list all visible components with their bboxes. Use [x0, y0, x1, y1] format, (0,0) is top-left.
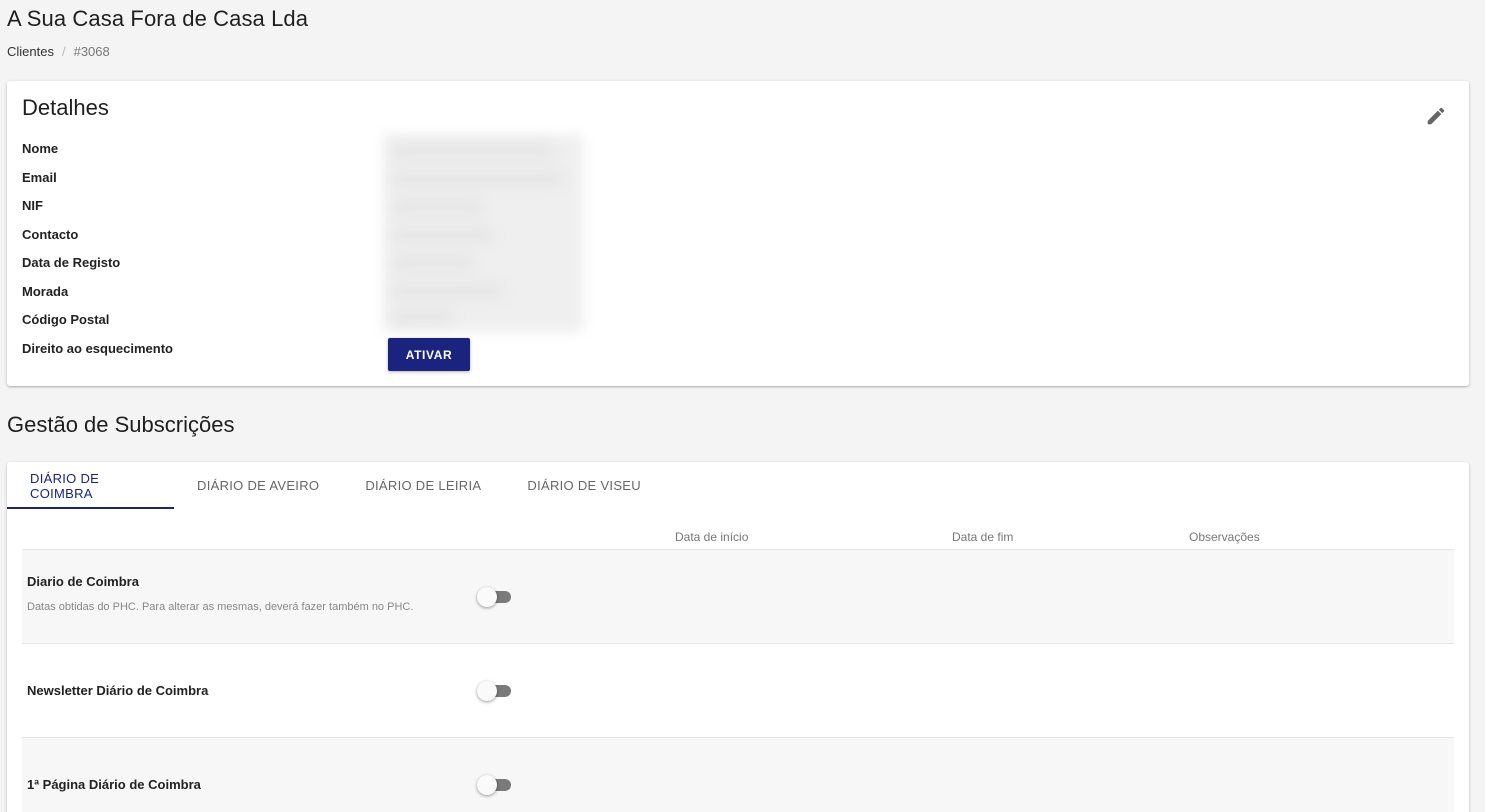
subscription-toggle[interactable] [477, 680, 513, 702]
subscription-row-diario-coimbra: Diario de Coimbra Datas obtidas do PHC. … [22, 549, 1454, 643]
field-label-nif: NIF [22, 198, 43, 213]
ativar-button[interactable]: ATIVAR [388, 338, 470, 371]
field-label-contacto: Contacto [22, 226, 79, 242]
details-card: Detalhes Nome Email NIF Contacto Data de… [7, 81, 1469, 386]
tab-diario-de-aveiro[interactable]: DIÁRIO DE AVEIRO [174, 462, 342, 509]
subscription-row-newsletter: Newsletter Diário de Coimbra [22, 643, 1454, 737]
tab-diario-de-viseu[interactable]: DIÁRIO DE VISEU [504, 462, 664, 509]
subscription-tabs: DIÁRIO DE COIMBRA DIÁRIO DE AVEIRO DIÁRI… [7, 462, 664, 509]
toggle-knob [477, 587, 497, 607]
column-header-end-date: Data de fim [952, 530, 1014, 544]
subscription-title: Diario de Coimbra [27, 574, 139, 589]
subscriptions-card: DIÁRIO DE COIMBRA DIÁRIO DE AVEIRO DIÁRI… [7, 462, 1469, 812]
subscription-toggle[interactable] [477, 774, 513, 796]
pencil-icon [1427, 107, 1445, 125]
redacted-field-values [383, 134, 593, 332]
subscription-row-primeira-pagina: 1ª Página Diário de Coimbra [22, 737, 1454, 812]
toggle-knob [477, 775, 497, 795]
page-title: A Sua Casa Fora de Casa Lda [7, 6, 309, 31]
breadcrumb-clientes-link[interactable]: Clientes [7, 44, 54, 59]
edit-button[interactable] [1425, 105, 1447, 127]
breadcrumb: Clientes / #3068 [7, 44, 110, 59]
column-header-start-date: Data de início [675, 530, 749, 544]
field-label-morada: Morada [22, 283, 69, 299]
field-label-nome: Nome [22, 141, 59, 156]
column-header-notes: Observações [1189, 530, 1260, 544]
field-label-email: Email [22, 169, 57, 185]
subscription-title: 1ª Página Diário de Coimbra [27, 777, 201, 792]
field-label-codigo-postal: Código Postal [22, 312, 110, 327]
tab-diario-de-leiria[interactable]: DIÁRIO DE LEIRIA [342, 462, 504, 509]
subscription-description: Datas obtidas do PHC. Para alterar as me… [27, 601, 414, 613]
toggle-knob [477, 681, 497, 701]
details-title: Detalhes [22, 95, 109, 120]
field-label-data-registo: Data de Registo [22, 255, 121, 270]
subscription-list: Diario de Coimbra Datas obtidas do PHC. … [22, 549, 1454, 812]
subscription-title: Newsletter Diário de Coimbra [27, 683, 209, 698]
subscriptions-title: Gestão de Subscrições [7, 412, 235, 437]
subscription-toggle[interactable] [477, 586, 513, 608]
breadcrumb-separator: / [61, 44, 66, 59]
breadcrumb-current: #3068 [73, 44, 110, 59]
field-label-direito-esquecimento: Direito ao esquecimento [22, 340, 173, 356]
detail-field-labels: Nome Email NIF Contacto Data de Registo … [22, 140, 173, 368]
tab-diario-de-coimbra[interactable]: DIÁRIO DE COIMBRA [7, 462, 174, 509]
